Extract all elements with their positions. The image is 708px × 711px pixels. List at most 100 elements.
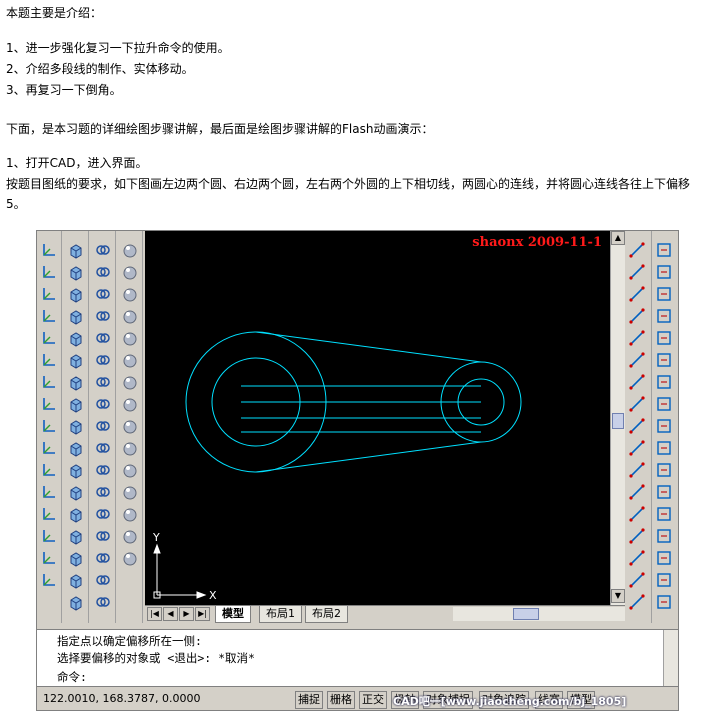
draw-tool-icon[interactable] xyxy=(628,593,646,611)
horizontal-scrollbar[interactable] xyxy=(453,607,625,621)
box-tool-icon[interactable] xyxy=(67,461,85,479)
box-tool-icon[interactable] xyxy=(67,329,85,347)
draw-tool-icon[interactable] xyxy=(628,307,646,325)
solid-tool-icon[interactable] xyxy=(121,351,139,369)
axis-tool-icon[interactable] xyxy=(40,263,58,281)
box-tool-icon[interactable] xyxy=(67,527,85,545)
solid-tool-icon[interactable] xyxy=(121,505,139,523)
ring-tool-icon[interactable] xyxy=(94,329,112,347)
axis-tool-icon[interactable] xyxy=(40,461,58,479)
ring-tool-icon[interactable] xyxy=(94,417,112,435)
axis-tool-icon[interactable] xyxy=(40,351,58,369)
box-tool-icon[interactable] xyxy=(67,571,85,589)
modify-tool-icon[interactable] xyxy=(655,395,673,413)
modify-tool-icon[interactable] xyxy=(655,505,673,523)
grid-toggle[interactable]: 栅格 xyxy=(327,691,355,709)
ring-tool-icon[interactable] xyxy=(94,373,112,391)
box-tool-icon[interactable] xyxy=(67,285,85,303)
ring-tool-icon[interactable] xyxy=(94,351,112,369)
draw-tool-icon[interactable] xyxy=(628,351,646,369)
ring-tool-icon[interactable] xyxy=(94,285,112,303)
box-tool-icon[interactable] xyxy=(67,505,85,523)
draw-tool-icon[interactable] xyxy=(628,241,646,259)
draw-tool-icon[interactable] xyxy=(628,395,646,413)
command-scrollbar[interactable] xyxy=(663,630,678,686)
ring-tool-icon[interactable] xyxy=(94,395,112,413)
solid-tool-icon[interactable] xyxy=(121,417,139,435)
draw-tool-icon[interactable] xyxy=(628,461,646,479)
scroll-up-button[interactable]: ▲ xyxy=(611,231,625,245)
modify-tool-icon[interactable] xyxy=(655,263,673,281)
ring-tool-icon[interactable] xyxy=(94,571,112,589)
box-tool-icon[interactable] xyxy=(67,351,85,369)
axis-tool-icon[interactable] xyxy=(40,549,58,567)
modify-tool-icon[interactable] xyxy=(655,285,673,303)
box-tool-icon[interactable] xyxy=(67,307,85,325)
box-tool-icon[interactable] xyxy=(67,395,85,413)
ring-tool-icon[interactable] xyxy=(94,439,112,457)
horizontal-scroll-thumb[interactable] xyxy=(513,608,539,620)
axis-tool-icon[interactable] xyxy=(40,285,58,303)
ring-tool-icon[interactable] xyxy=(94,241,112,259)
solid-tool-icon[interactable] xyxy=(121,549,139,567)
draw-tool-icon[interactable] xyxy=(628,439,646,457)
vertical-scroll-thumb[interactable] xyxy=(612,413,624,429)
solid-tool-icon[interactable] xyxy=(121,483,139,501)
solid-tool-icon[interactable] xyxy=(121,263,139,281)
axis-tool-icon[interactable] xyxy=(40,571,58,589)
axis-tool-icon[interactable] xyxy=(40,307,58,325)
modify-tool-icon[interactable] xyxy=(655,571,673,589)
axis-tool-icon[interactable] xyxy=(40,395,58,413)
axis-tool-icon[interactable] xyxy=(40,527,58,545)
solid-tool-icon[interactable] xyxy=(121,285,139,303)
next-tab-button[interactable]: ▶ xyxy=(179,607,194,621)
modify-tool-icon[interactable] xyxy=(655,483,673,501)
ring-tool-icon[interactable] xyxy=(94,527,112,545)
solid-tool-icon[interactable] xyxy=(121,439,139,457)
command-prompt[interactable]: 命令: xyxy=(57,669,87,685)
solid-tool-icon[interactable] xyxy=(121,461,139,479)
draw-tool-icon[interactable] xyxy=(628,527,646,545)
last-tab-button[interactable]: ▶| xyxy=(195,607,210,621)
solid-tool-icon[interactable] xyxy=(121,329,139,347)
draw-tool-icon[interactable] xyxy=(628,285,646,303)
first-tab-button[interactable]: |◀ xyxy=(147,607,162,621)
ring-tool-icon[interactable] xyxy=(94,263,112,281)
ring-tool-icon[interactable] xyxy=(94,593,112,611)
draw-tool-icon[interactable] xyxy=(628,417,646,435)
prev-tab-button[interactable]: ◀ xyxy=(163,607,178,621)
modify-tool-icon[interactable] xyxy=(655,527,673,545)
box-tool-icon[interactable] xyxy=(67,483,85,501)
snap-toggle[interactable]: 捕捉 xyxy=(295,691,323,709)
modify-tool-icon[interactable] xyxy=(655,241,673,259)
box-tool-icon[interactable] xyxy=(67,549,85,567)
command-window[interactable]: 指定点以确定偏移所在一侧: 选择要偏移的对象或 <退出>: *取消* 命令: xyxy=(37,629,678,687)
draw-tool-icon[interactable] xyxy=(628,263,646,281)
box-tool-icon[interactable] xyxy=(67,373,85,391)
draw-tool-icon[interactable] xyxy=(628,373,646,391)
axis-tool-icon[interactable] xyxy=(40,329,58,347)
draw-tool-icon[interactable] xyxy=(628,329,646,347)
modify-tool-icon[interactable] xyxy=(655,417,673,435)
draw-tool-icon[interactable] xyxy=(628,549,646,567)
ring-tool-icon[interactable] xyxy=(94,461,112,479)
solid-tool-icon[interactable] xyxy=(121,307,139,325)
tab-layout2[interactable]: 布局2 xyxy=(305,606,348,623)
solid-tool-icon[interactable] xyxy=(121,527,139,545)
modify-tool-icon[interactable] xyxy=(655,593,673,611)
box-tool-icon[interactable] xyxy=(67,417,85,435)
drawing-canvas[interactable]: shaonx 2009-11-1 Y X xyxy=(145,231,610,605)
ring-tool-icon[interactable] xyxy=(94,307,112,325)
axis-tool-icon[interactable] xyxy=(40,439,58,457)
modify-tool-icon[interactable] xyxy=(655,307,673,325)
ortho-toggle[interactable]: 正交 xyxy=(359,691,387,709)
axis-tool-icon[interactable] xyxy=(40,505,58,523)
box-tool-icon[interactable] xyxy=(67,593,85,611)
solid-tool-icon[interactable] xyxy=(121,241,139,259)
draw-tool-icon[interactable] xyxy=(628,483,646,501)
box-tool-icon[interactable] xyxy=(67,263,85,281)
vertical-scrollbar[interactable]: ▲ ▼ xyxy=(610,231,625,605)
draw-tool-icon[interactable] xyxy=(628,505,646,523)
tab-layout1[interactable]: 布局1 xyxy=(259,606,302,623)
solid-tool-icon[interactable] xyxy=(121,373,139,391)
